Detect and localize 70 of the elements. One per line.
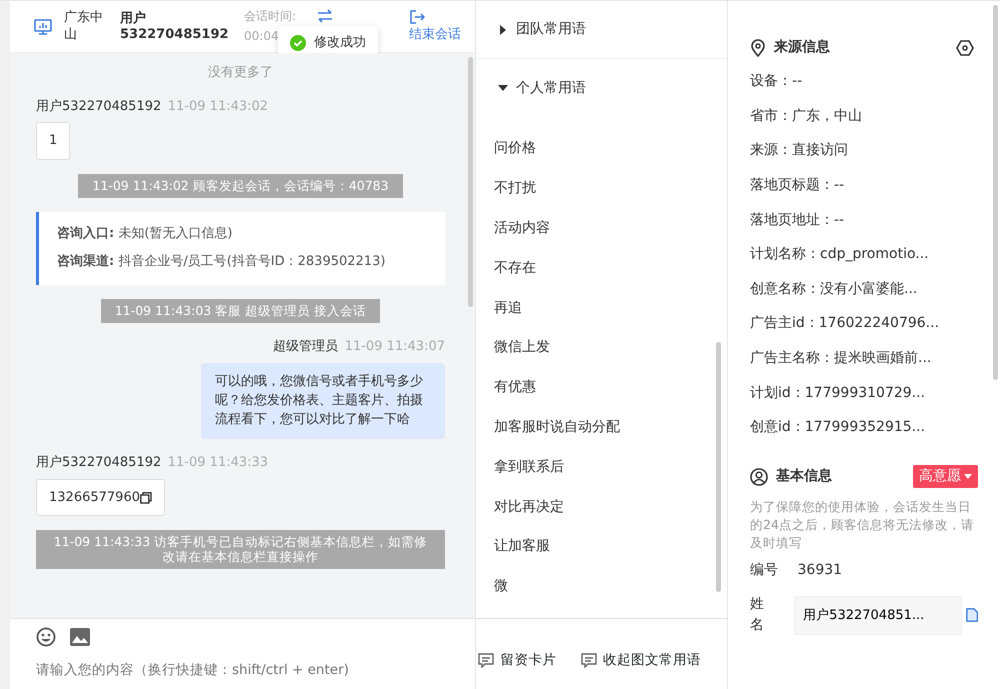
entry-info-text: 咨询入口: 未知(暂无入口信息) xyxy=(57,224,234,243)
document-icon[interactable] xyxy=(966,607,978,624)
phrase-item[interactable]: 活动内容 xyxy=(494,208,709,248)
phrase-item[interactable]: 问价格 xyxy=(494,129,709,169)
monitor-icon xyxy=(34,18,52,34)
section-title: 来源信息 xyxy=(774,38,830,57)
field-label: 姓名 xyxy=(750,595,765,636)
field-label: 编号 xyxy=(750,561,778,580)
phrase-item[interactable]: 有优惠 xyxy=(494,368,709,408)
phrase-item[interactable]: 不存在 xyxy=(494,248,709,288)
info-text: 计划id：177999310729... xyxy=(750,384,926,403)
message-time: 11-09 11:43:33 xyxy=(168,454,268,472)
phrase-item[interactable]: 加客服时说自动分配 xyxy=(494,408,709,448)
message-time: 11-09 11:43:07 xyxy=(344,338,445,356)
info-text: 落地页地址：-- xyxy=(750,210,846,230)
phrase-item[interactable]: 拿到联系后 xyxy=(494,447,709,488)
user-name: 用户532270485192 xyxy=(120,10,230,42)
sender-name: 用户532270485192 xyxy=(36,454,162,472)
info-text: 省市：广东，中山 xyxy=(750,106,863,126)
hint-text: 为了保障您的使用体验，会话发生当日的24点之后，顾客信息将无法修改，请及时填写 xyxy=(750,498,975,552)
section-title: 基本信息 xyxy=(776,467,832,486)
system-message: 11-09 11:43:33 访客手机号已自动标记右侧基本信息栏，如需修改请在基本信息栏直接操作 xyxy=(36,530,445,570)
check-icon xyxy=(290,34,306,51)
phrase-item[interactable]: 微 xyxy=(494,566,709,607)
info-text: 设备：-- xyxy=(750,72,804,92)
transfer-icon[interactable] xyxy=(316,9,334,23)
info-text: 落地页标题：-- xyxy=(750,176,846,196)
settings-icon[interactable] xyxy=(956,40,974,56)
message-bubble: 13266577960 xyxy=(36,478,165,516)
message-bubble: 1 xyxy=(36,122,70,160)
info-text: 创意名称：没有小富婆能... xyxy=(750,280,918,299)
end-session-button[interactable]: 结束会话 xyxy=(409,8,461,44)
location-text: 广东中山 xyxy=(64,10,104,44)
phrase-group-header[interactable]: 团队常用语 xyxy=(476,1,727,59)
session-time-value: 00:04 xyxy=(244,28,280,44)
name-field[interactable]: 用户5322704851... xyxy=(794,596,962,636)
image-icon[interactable] xyxy=(69,627,91,647)
sender-name: 用户532270485192 xyxy=(36,98,162,116)
phrase-item[interactable]: 再追 xyxy=(494,288,709,328)
field-value: 36931 xyxy=(798,561,842,580)
system-message: 11-09 11:43:02 顾客发起会话，会话编号：40783 xyxy=(78,174,403,198)
system-message: 11-09 11:43:03 客服 超级管理员 接入会话 xyxy=(100,299,380,324)
message-bubble: 可以的哦，您微信号或者手机号多少呢？给您发价格表、主题客片、拍摄流程看下，您可以对比了解一下哈 xyxy=(201,362,445,440)
message-time: 11-09 11:43:02 xyxy=(168,98,268,116)
location-pin-icon xyxy=(750,38,766,56)
info-text: 广告主id：176022240796... xyxy=(750,314,940,334)
composer-action-button[interactable]: 留资卡片 xyxy=(478,631,556,689)
message-icon xyxy=(580,652,596,668)
info-text: 来源：直接访问 xyxy=(750,141,849,160)
exit-icon xyxy=(409,8,425,25)
phrase-item[interactable]: 微信上发 xyxy=(494,328,709,368)
intent-tag-dropdown[interactable]: 高意愿 xyxy=(912,465,978,488)
composer-action-button[interactable]: 收起图文常用语 xyxy=(580,631,701,689)
sender-name: 超级管理员 xyxy=(273,338,338,356)
message-icon xyxy=(478,652,494,668)
entry-info-text: 咨询渠道: 抖音企业号/员工号(抖音号ID：2839502213) xyxy=(57,252,386,272)
info-text: 计划名称：cdp_promotio... xyxy=(750,245,930,264)
phrase-item[interactable]: 让加客服 xyxy=(494,526,709,567)
session-time-label: 会话时间: xyxy=(244,8,296,26)
phrase-item[interactable]: 对比再决定 xyxy=(494,487,709,527)
phrase-item[interactable]: 不打扰 xyxy=(494,168,709,209)
phrase-group-header[interactable]: 个人常用语 xyxy=(476,59,727,117)
no-more-text: 没有更多了 xyxy=(207,64,274,82)
caret-right-icon xyxy=(498,24,508,34)
caret-down-icon xyxy=(498,83,508,93)
caret-down-icon xyxy=(964,474,972,480)
smiley-icon[interactable] xyxy=(36,627,56,647)
info-text: 创意id：177999352915... xyxy=(750,418,926,438)
info-text: 广告主名称：提米映画婚前... xyxy=(750,349,932,368)
user-circle-icon xyxy=(750,468,768,486)
